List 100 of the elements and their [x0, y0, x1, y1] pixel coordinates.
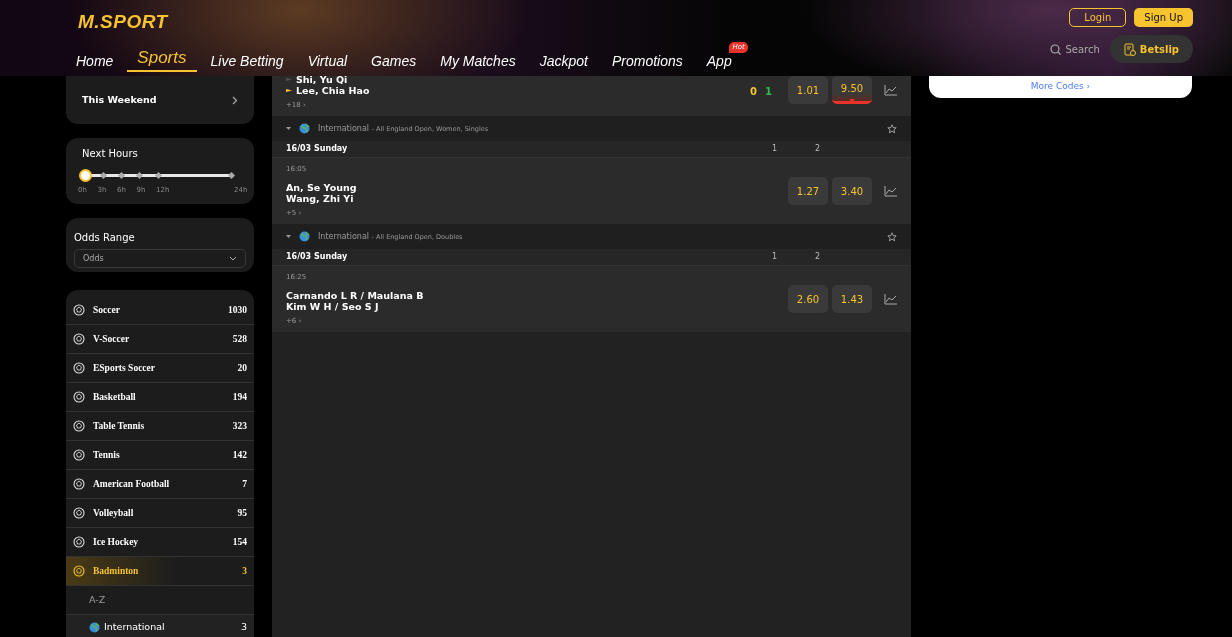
score: 0 — [750, 85, 758, 99]
logo[interactable]: M.SPORT — [78, 0, 742, 37]
signup-button[interactable]: Sign Up — [1134, 8, 1193, 27]
odds-button[interactable]: 3.40 — [832, 177, 872, 205]
nav-tab[interactable]: Virtual — [297, 51, 358, 72]
ball-icon — [73, 333, 85, 345]
sport-count: 20 — [237, 361, 247, 375]
weekend-label: This Weekend — [82, 92, 157, 107]
odds-button[interactable]: 2.60 — [788, 285, 828, 313]
chart-icon — [884, 84, 897, 96]
sport-item[interactable]: Soccer 1030 — [66, 296, 254, 325]
search-button[interactable]: Search — [1044, 40, 1106, 58]
sport-count: 1030 — [228, 303, 247, 317]
nav-tab[interactable]: Sports — [127, 44, 197, 72]
odds-button[interactable]: 9.50 — [832, 76, 872, 104]
sport-item[interactable]: V-Soccer 528 — [66, 325, 254, 354]
sport-name: Badminton — [93, 564, 139, 578]
caret-down-icon — [286, 235, 291, 238]
score: 1 — [765, 85, 772, 99]
select-value: Odds — [83, 252, 104, 265]
sport-name: Tennis — [93, 448, 120, 462]
region-count: 3 — [240, 619, 247, 634]
chart-icon — [884, 185, 897, 197]
sport-item[interactable]: Volleyball 95 — [66, 499, 254, 528]
sport-count: 95 — [237, 506, 247, 520]
sport-count: 7 — [242, 477, 247, 491]
nav-tab[interactable]: Jackpot — [529, 51, 598, 72]
star-icon — [887, 123, 897, 134]
ball-icon — [73, 420, 85, 432]
chart-icon — [884, 293, 897, 305]
team-name: Carnando L R / Maulana B — [286, 290, 424, 301]
sport-item[interactable]: American Football 7 — [66, 470, 254, 499]
sport-name: Soccer — [93, 303, 120, 317]
ball-icon — [73, 391, 85, 403]
down-arrow-icon — [849, 99, 855, 102]
date-label: 16/03 Sunday — [286, 143, 348, 155]
globe-icon — [89, 621, 100, 633]
ball-icon — [73, 507, 85, 519]
sport-item[interactable]: Tennis 142 — [66, 441, 254, 470]
odds-button[interactable]: 1.43 — [832, 285, 872, 313]
ball-icon — [73, 565, 85, 577]
login-button[interactable]: Login — [1069, 8, 1127, 27]
sport-name: American Football — [93, 477, 170, 491]
nav-tab[interactable]: App — [696, 51, 742, 72]
sport-name: Volleyball — [93, 506, 134, 520]
section-title: Odds Range — [74, 231, 136, 245]
sport-item[interactable]: Table Tennis 323 — [66, 412, 254, 441]
sport-item[interactable]: ESports Soccer 20 — [66, 354, 254, 383]
sport-count: 154 — [232, 535, 247, 549]
nav-tab[interactable]: Home — [66, 51, 124, 72]
sport-count: 3 — [242, 564, 247, 578]
chevron-right-icon — [232, 95, 238, 105]
ball-icon — [73, 449, 85, 461]
chevron-down-icon — [229, 256, 237, 261]
odds-select[interactable]: Odds — [74, 249, 246, 268]
team-name: Shi, Yu Qi — [296, 74, 348, 85]
slider-stop — [136, 171, 144, 180]
nav-tab[interactable]: Promotions — [601, 51, 693, 72]
sport-name: Basketball — [93, 390, 136, 404]
sport-name: ESports Soccer — [93, 361, 155, 375]
slider-stop — [117, 171, 126, 180]
search-icon — [1050, 43, 1062, 55]
weekend-card[interactable]: This Weekend — [66, 76, 254, 124]
sport-count: 142 — [232, 448, 247, 462]
sport-count: 194 — [232, 390, 247, 404]
sport-item[interactable]: Basketball 194 — [66, 383, 254, 412]
more-codes-link[interactable]: More Codes › — [1030, 80, 1091, 94]
slider-thumb[interactable] — [78, 169, 92, 182]
team-name: Lee, Chia Hao — [296, 85, 370, 96]
column-label: 2 — [813, 251, 822, 263]
region-name: International — [104, 619, 165, 634]
nav-tab[interactable]: Games — [361, 51, 427, 72]
column-label: 1 — [770, 143, 779, 155]
odds-button[interactable]: 1.01 — [788, 76, 828, 104]
sport-name: Ice Hockey — [93, 535, 139, 549]
nav-tab[interactable]: My Matches — [430, 51, 526, 72]
ball-icon — [73, 536, 85, 548]
star-icon — [887, 231, 897, 242]
column-label: 1 — [770, 251, 779, 263]
team-name: Wang, Zhi Yi — [286, 193, 355, 204]
team-name: An, Se Young — [286, 182, 357, 193]
slider-stop — [99, 171, 107, 180]
az-heading: A-Z — [89, 592, 106, 607]
ball-icon — [73, 304, 85, 316]
slider-stop — [227, 171, 235, 180]
globe-icon — [299, 123, 310, 134]
receipt-icon — [1123, 42, 1136, 56]
region-item[interactable]: International 3 — [66, 615, 254, 637]
sport-name: Table Tennis — [93, 419, 145, 433]
sport-item[interactable]: Badminton 3 — [66, 557, 254, 586]
caret-down-icon — [286, 127, 291, 130]
globe-icon — [299, 231, 310, 242]
ball-icon — [73, 478, 85, 490]
nav-tab[interactable]: Live Betting — [200, 51, 294, 72]
slider-stop — [154, 171, 162, 180]
odds-button[interactable]: 1.27 — [788, 177, 828, 205]
ball-icon — [73, 362, 85, 374]
date-label: 16/03 Sunday — [286, 251, 348, 263]
betslip-button[interactable]: Betslip — [1109, 35, 1193, 63]
section-title: Next Hours — [82, 147, 139, 161]
